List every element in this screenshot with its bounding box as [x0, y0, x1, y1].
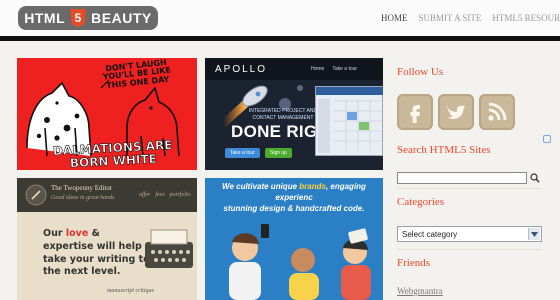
nav-home[interactable]: HOME — [381, 13, 408, 23]
twopenny-nav: offer fees portfolio — [139, 192, 191, 198]
twopenny-signature: manuscript critique — [107, 288, 155, 294]
widget-badge-icon — [543, 135, 551, 143]
header-divider — [0, 36, 560, 41]
twitter-bird-icon — [447, 105, 466, 119]
nav-html5-resources[interactable]: HTML5 RESOURCES — [492, 13, 560, 23]
logo-text-left: HTML — [24, 10, 66, 26]
friends-heading: Friends — [397, 257, 430, 269]
twopenny-tagline: Good ideas in great hands — [51, 195, 115, 201]
search-icon — [530, 173, 540, 183]
showcase-tile-dalmatians[interactable]: DON'T LAUGH YOU'LL BE LIKE THIS ONE DAY … — [17, 58, 197, 170]
friend-link[interactable]: Webgmantra — [397, 286, 443, 296]
twitter-button[interactable] — [438, 94, 474, 130]
showcase-tile-apollo[interactable]: APOLLO Home Take a tour INTEGRATED PROJE… — [205, 58, 383, 170]
twopenny-title: The Twopenny Editor — [51, 184, 113, 192]
site-logo[interactable]: HTML 5 BEAUTY — [18, 6, 158, 30]
rss-button[interactable] — [479, 94, 515, 130]
html5-shield-icon: 5 — [70, 9, 87, 27]
sidebar-divider — [397, 249, 542, 250]
follow-us-heading: Follow Us — [397, 66, 444, 78]
nav-submit-site[interactable]: SUBMIT A SITE — [419, 13, 482, 23]
showcase-tile-twopenny-editor[interactable]: The Twopenny Editor Good ideas in great … — [17, 178, 197, 300]
twopenny-nav-offer: offer — [139, 192, 151, 198]
facebook-icon — [410, 105, 420, 123]
search-input[interactable] — [397, 172, 527, 184]
doodle-caption-text: DALMATIONS ARE BORN WHITE — [52, 137, 173, 170]
apollo-signup-button: Sign up — [265, 148, 292, 158]
twopenny-copy: Our love & expertise will help take your… — [43, 228, 150, 278]
twopenny-nav-fees: fees — [155, 192, 165, 198]
chevron-down-icon — [528, 228, 540, 240]
main-nav: HOME SUBMIT A SITE HTML5 RESOURCES — [381, 13, 560, 23]
sidebar-divider — [397, 188, 542, 189]
twopenny-love-word: love — [65, 228, 89, 239]
apollo-subheading: INTEGRATED PROJECT AND CONTACT MANAGEMEN… — [248, 108, 318, 121]
apollo-app-screenshot — [315, 86, 383, 156]
apollo-tour-button: Take a tour — [225, 148, 260, 158]
logo-text-right: BEAUTY — [91, 10, 152, 26]
calendar-grid-graphic — [316, 87, 383, 153]
search-button[interactable] — [529, 172, 541, 184]
typewriter-illustration — [145, 229, 193, 268]
rss-icon — [488, 102, 507, 121]
site-header: HTML 5 BEAUTY HOME SUBMIT A SITE HTML5 R… — [0, 0, 560, 36]
category-select-value: Select category — [402, 229, 458, 239]
fountain-pen-icon — [25, 184, 47, 206]
people-illustration — [229, 224, 371, 300]
category-select[interactable]: Select category — [397, 226, 542, 242]
search-heading: Search HTML5 Sites — [397, 144, 491, 156]
twopenny-nav-portfolio: portfolio — [169, 192, 191, 198]
categories-heading: Categories — [397, 196, 445, 208]
facebook-button[interactable] — [397, 94, 433, 130]
showcase-tile-handcrafted[interactable]: We cultivate unique brands, engaging exp… — [205, 178, 383, 300]
